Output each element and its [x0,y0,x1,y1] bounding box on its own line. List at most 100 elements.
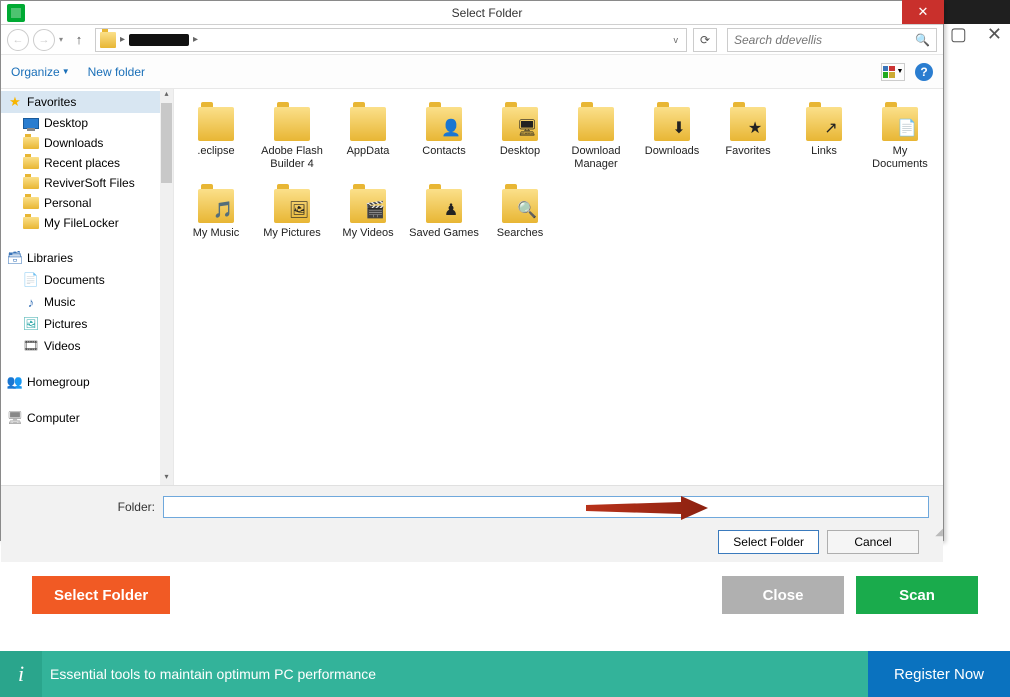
folder-icon [23,137,39,149]
app-close-button[interactable]: Close [722,576,844,614]
history-dropdown-icon[interactable]: ▾ [59,35,63,44]
folder-content: .eclipseAdobe Flash Builder 4 AppData 👤Con… [174,89,943,485]
address-bar[interactable]: ▸ ▸ v [95,28,687,52]
breadcrumb-item[interactable] [129,34,189,46]
folder-label: Saved Games [409,227,479,241]
select-folder-button[interactable]: Select Folder [718,530,819,554]
folder-item[interactable]: 📄 My Documents [862,97,938,179]
folder-label: Download Manager [560,145,632,171]
breadcrumb-sep-icon: ▸ [120,34,125,45]
folder-icon [23,177,39,189]
close-icon[interactable]: ✕ [987,24,1002,45]
forward-button[interactable]: → [33,29,55,51]
folder-item[interactable]: 👤Contacts [406,97,482,179]
sidebar-head-computer[interactable]: 🖥Computer [1,407,173,429]
folder-item[interactable]: .eclipse [178,97,254,179]
sidebar-item-recent-places[interactable]: Recent places [1,153,173,173]
folder-item[interactable]: AppData [330,97,406,179]
sidebar-item-music[interactable]: ♪Music [1,291,173,313]
scroll-down-icon[interactable]: ▾ [160,472,173,485]
app-button-row: Select Folder Close Scan [32,576,978,614]
view-mode-button[interactable]: ▼ [881,63,905,81]
desktop-icon [23,118,39,129]
sidebar-item-personal[interactable]: Personal [1,193,173,213]
sidebar-head-homegroup[interactable]: 👥Homegroup [1,371,173,393]
close-button[interactable]: ✕ [902,0,944,24]
folder-item[interactable]: 🎵 My Music [178,179,254,249]
folder-label: My Music [193,227,239,241]
folder-label: My Videos [342,227,393,241]
libraries-icon: 🗃 [7,250,23,266]
folder-overlay-icon: 🖥 [516,117,538,139]
sidebar-scrollbar[interactable]: ▴ ▾ [160,89,173,485]
folder-icon [23,197,39,209]
documents-icon: 📄 [23,272,39,288]
titlebar: Select Folder ✕ [1,1,943,25]
sidebar: ★Favorites Desktop Downloads Recent plac… [1,89,174,485]
music-icon: ♪ [23,294,39,310]
app-select-folder-button[interactable]: Select Folder [32,576,170,614]
folder-overlay-icon: ★ [744,117,766,139]
sidebar-head-favorites[interactable]: ★Favorites [1,91,173,113]
folder-overlay-icon: 🎵 [212,199,234,221]
scroll-thumb[interactable] [161,103,172,183]
cancel-button[interactable]: Cancel [827,530,919,554]
folder-overlay-icon: 🎬 [364,199,386,221]
register-now-button[interactable]: Register Now [868,651,1010,697]
scroll-up-icon[interactable]: ▴ [160,89,173,102]
folder-item[interactable]: 🎬 My Videos [330,179,406,249]
sidebar-item-documents[interactable]: 📄Documents [1,269,173,291]
sidebar-item-desktop[interactable]: Desktop [1,113,173,133]
folder-overlay-icon: 📄 [896,117,918,139]
folder-item[interactable]: 🖼My Pictures [254,179,330,249]
sidebar-item-downloads[interactable]: Downloads [1,133,173,153]
folder-item[interactable]: ↗Links [786,97,862,179]
search-box[interactable]: 🔍 [727,28,937,52]
app-icon [7,4,25,22]
app-scan-button[interactable]: Scan [856,576,978,614]
folder-label: AppData [347,145,390,159]
folder-item[interactable]: 🔍 Searches [482,179,558,249]
folder-item[interactable]: ★Favorites [710,97,786,179]
maximize-icon[interactable]: ▢ [950,24,967,45]
back-button[interactable]: ← [7,29,29,51]
folder-label: Searches [497,227,543,241]
folder-label: Downloads [645,145,699,159]
address-dropdown-icon[interactable]: v [674,35,683,45]
sidebar-item-videos[interactable]: 🎞Videos [1,335,173,357]
folder-overlay-icon: 🔍 [516,199,538,221]
folder-item[interactable]: ⬇Downloads [634,97,710,179]
refresh-button[interactable]: ⟳ [693,28,717,52]
new-folder-button[interactable]: New folder [88,65,145,79]
folder-item[interactable]: Download Manager [558,97,634,179]
folder-item[interactable]: ♟ Saved Games [406,179,482,249]
folder-input[interactable] [163,496,929,518]
background-window-controls: ▢ ✕ [950,24,1002,45]
folder-item[interactable]: 🖥Desktop [482,97,558,179]
homegroup-icon: 👥 [7,374,23,390]
folder-item[interactable]: Adobe Flash Builder 4 [254,97,330,179]
dialog-footer: Folder: Select Folder Cancel [1,485,943,562]
folder-overlay-icon: ↗ [820,117,842,139]
nav-row: ← → ▾ ↑ ▸ ▸ v ⟳ 🔍 [1,25,943,55]
search-input[interactable] [734,33,915,47]
sidebar-item-pictures[interactable]: 🖼Pictures [1,313,173,335]
promo-message: Essential tools to maintain optimum PC p… [42,666,868,682]
videos-icon: 🎞 [23,338,39,354]
resize-grip-icon[interactable]: ◢ [935,527,941,538]
help-button[interactable]: ? [915,63,933,81]
dialog-title: Select Folder [31,6,943,20]
pictures-icon: 🖼 [23,316,39,332]
folder-label: My Pictures [263,227,320,241]
organize-menu[interactable]: Organize▼ [11,65,70,79]
sidebar-item-filelocker[interactable]: My FileLocker [1,213,173,233]
folder-label: My Documents [864,145,936,171]
select-folder-dialog: Select Folder ✕ ← → ▾ ↑ ▸ ▸ v ⟳ 🔍 Organi… [0,0,944,541]
folder-overlay-icon: ♟ [440,199,462,221]
star-icon: ★ [7,94,23,110]
up-button[interactable]: ↑ [71,32,87,47]
breadcrumb-sep-icon: ▸ [193,34,198,45]
sidebar-item-reviversoft[interactable]: ReviverSoft Files [1,173,173,193]
sidebar-head-libraries[interactable]: 🗃Libraries [1,247,173,269]
folder-label: Adobe Flash Builder 4 [256,145,328,171]
